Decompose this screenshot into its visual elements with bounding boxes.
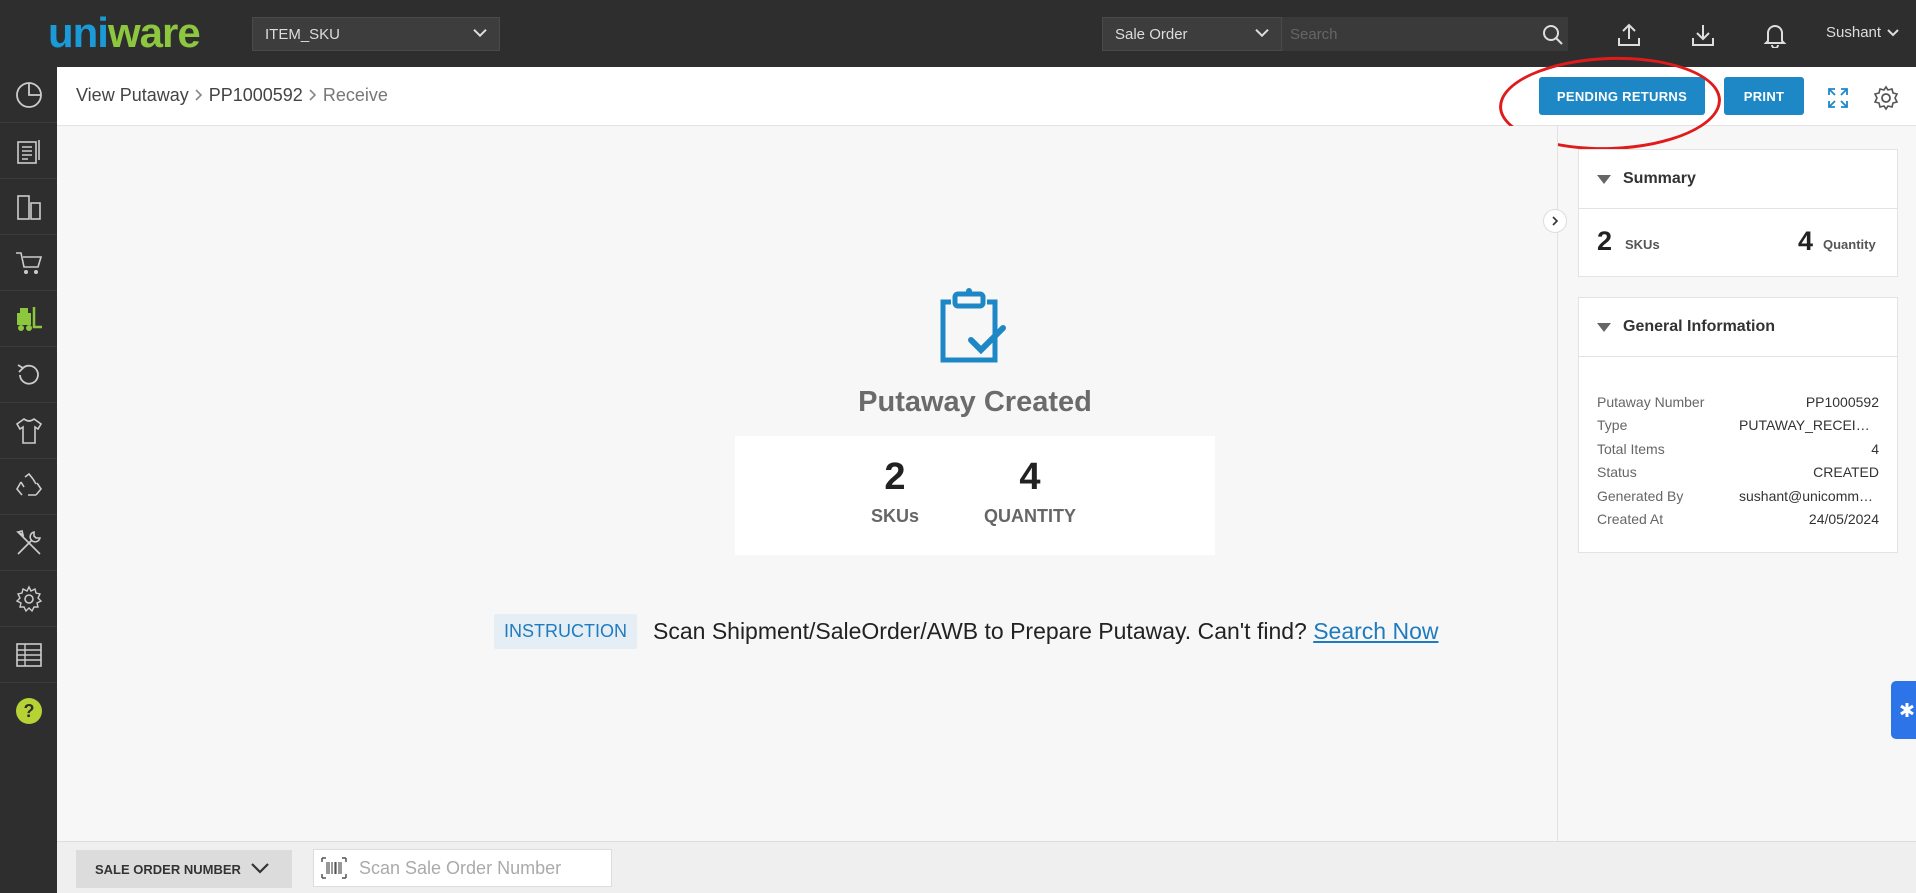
general-info-header[interactable]: General Information bbox=[1579, 298, 1897, 357]
breadcrumb-putaway-id[interactable]: PP1000592 bbox=[209, 85, 303, 106]
gear-icon[interactable] bbox=[1872, 84, 1900, 112]
info-value: sushant@unicommerce.com bbox=[1739, 487, 1879, 504]
search-now-link[interactable]: Search Now bbox=[1313, 618, 1438, 644]
quantity-label: QUANTITY bbox=[984, 506, 1076, 526]
dashboard-icon[interactable] bbox=[0, 67, 57, 123]
instruction-text: Scan Shipment/SaleOrder/AWB to Prepare P… bbox=[653, 618, 1439, 644]
scan-sale-order-input[interactable] bbox=[357, 856, 601, 880]
unware-logo[interactable]: uniware bbox=[48, 12, 223, 54]
summary-panel: Summary 2 SKUs 4 Quantity bbox=[1578, 149, 1898, 277]
info-key: Created At bbox=[1597, 511, 1664, 528]
collapse-panel-button[interactable] bbox=[1543, 209, 1567, 233]
triangle-down-icon bbox=[1597, 174, 1611, 184]
skus-stat: 2 SKUs bbox=[855, 456, 935, 527]
info-row: Generated By sushant@unicommerce.com bbox=[1597, 484, 1879, 508]
info-row: Created At 24/05/2024 bbox=[1597, 508, 1879, 532]
barcode-icon bbox=[321, 857, 347, 879]
stats-box: 2 SKUs 4 QUANTITY bbox=[735, 436, 1215, 555]
triangle-down-icon bbox=[1597, 322, 1611, 332]
user-menu[interactable]: Sushant bbox=[1826, 24, 1899, 41]
breadcrumb-view-putaway[interactable]: View Putaway bbox=[76, 85, 189, 106]
info-key: Status bbox=[1597, 464, 1637, 481]
chevron-right-icon bbox=[195, 85, 203, 106]
summary-title: Summary bbox=[1623, 170, 1696, 187]
search-type-value: Sale Order bbox=[1115, 25, 1188, 43]
bottom-bar: SALE ORDER NUMBER bbox=[57, 841, 1916, 893]
scan-field[interactable] bbox=[313, 849, 612, 887]
search-icon[interactable] bbox=[1536, 18, 1570, 52]
summary-skus-label: SKUs bbox=[1625, 237, 1660, 252]
summary-body: 2 SKUs 4 Quantity bbox=[1579, 209, 1897, 277]
info-value: CREATED bbox=[1813, 464, 1879, 481]
search-type-select[interactable]: Sale Order bbox=[1102, 17, 1282, 51]
putaway-created-title: Putaway Created bbox=[858, 386, 1092, 418]
facility-select[interactable]: ITEM_SKU bbox=[252, 17, 500, 51]
bell-icon[interactable] bbox=[1758, 18, 1792, 52]
general-info-title: General Information bbox=[1623, 318, 1776, 335]
clipboard-check-icon bbox=[937, 284, 1017, 369]
scan-type-select[interactable]: SALE ORDER NUMBER bbox=[76, 850, 292, 888]
feedback-tab[interactable] bbox=[1891, 681, 1916, 739]
skus-label: SKUs bbox=[870, 506, 919, 526]
print-button[interactable]: PRINT bbox=[1724, 77, 1804, 115]
info-value: 24/05/2024 bbox=[1808, 511, 1879, 528]
chevron-down-icon bbox=[1255, 25, 1269, 42]
chevron-right-icon bbox=[309, 85, 317, 106]
chevron-down-icon bbox=[251, 862, 269, 877]
summary-skus-value: 2 bbox=[1597, 226, 1613, 256]
settings-icon[interactable] bbox=[0, 571, 57, 627]
tools-icon[interactable] bbox=[0, 515, 57, 571]
general-info-table: Putaway Number PP1000592 Type PUTAWAY_RE… bbox=[1597, 390, 1879, 531]
info-row: Type PUTAWAY_RECEIVED_RETURNS bbox=[1597, 414, 1879, 438]
putaway-icon[interactable] bbox=[0, 291, 57, 347]
search-input[interactable] bbox=[1282, 17, 1568, 51]
orders-icon[interactable] bbox=[0, 123, 57, 179]
cart-icon[interactable] bbox=[0, 235, 57, 291]
products-icon[interactable] bbox=[0, 403, 57, 459]
info-row: Putaway Number PP1000592 bbox=[1597, 390, 1879, 414]
quantity-stat: 4 QUANTITY bbox=[970, 456, 1090, 527]
instruction-line: INSTRUCTION Scan Shipment/SaleOrder/AWB … bbox=[494, 614, 1439, 649]
reports-icon[interactable] bbox=[0, 627, 57, 683]
help-icon[interactable]: ? bbox=[0, 683, 57, 739]
info-key: Putaway Number bbox=[1597, 393, 1705, 410]
breadcrumb-current: Receive bbox=[322, 85, 388, 105]
facility-select-value: ITEM_SKU bbox=[265, 25, 341, 43]
chevron-down-icon bbox=[1887, 24, 1899, 41]
recycle-icon[interactable] bbox=[0, 459, 57, 515]
shipments-icon[interactable] bbox=[0, 179, 57, 235]
info-row: Total Items 4 bbox=[1597, 437, 1879, 461]
skus-count: 2 bbox=[884, 456, 906, 498]
download-icon[interactable] bbox=[1686, 18, 1720, 52]
sidebar: ? bbox=[0, 67, 57, 893]
upload-icon[interactable] bbox=[1612, 18, 1646, 52]
info-value: 4 bbox=[1871, 440, 1879, 457]
info-key: Total Items bbox=[1597, 440, 1665, 457]
breadcrumb: View Putaway PP1000592 Receive bbox=[76, 85, 388, 106]
chevron-down-icon bbox=[473, 25, 487, 42]
svg-text:?: ? bbox=[23, 701, 34, 721]
instruction-tag: INSTRUCTION bbox=[494, 614, 637, 649]
returns-icon[interactable] bbox=[0, 347, 57, 403]
expand-icon[interactable] bbox=[1824, 84, 1852, 112]
info-value: PUTAWAY_RECEIVED_RETURNS bbox=[1739, 417, 1879, 434]
general-info-panel: General Information Putaway Number PP100… bbox=[1578, 297, 1898, 553]
quantity-count: 4 bbox=[1019, 456, 1041, 498]
user-name: Sushant bbox=[1826, 24, 1882, 41]
summary-header[interactable]: Summary bbox=[1579, 150, 1897, 209]
summary-quantity-value: 4 bbox=[1798, 226, 1814, 256]
scan-type-value: SALE ORDER NUMBER bbox=[95, 861, 241, 877]
info-key: Type bbox=[1597, 417, 1628, 434]
summary-quantity-label: Quantity bbox=[1823, 237, 1876, 252]
info-value: PP1000592 bbox=[1805, 393, 1879, 410]
info-key: Generated By bbox=[1597, 487, 1684, 504]
info-row: Status CREATED bbox=[1597, 461, 1879, 485]
